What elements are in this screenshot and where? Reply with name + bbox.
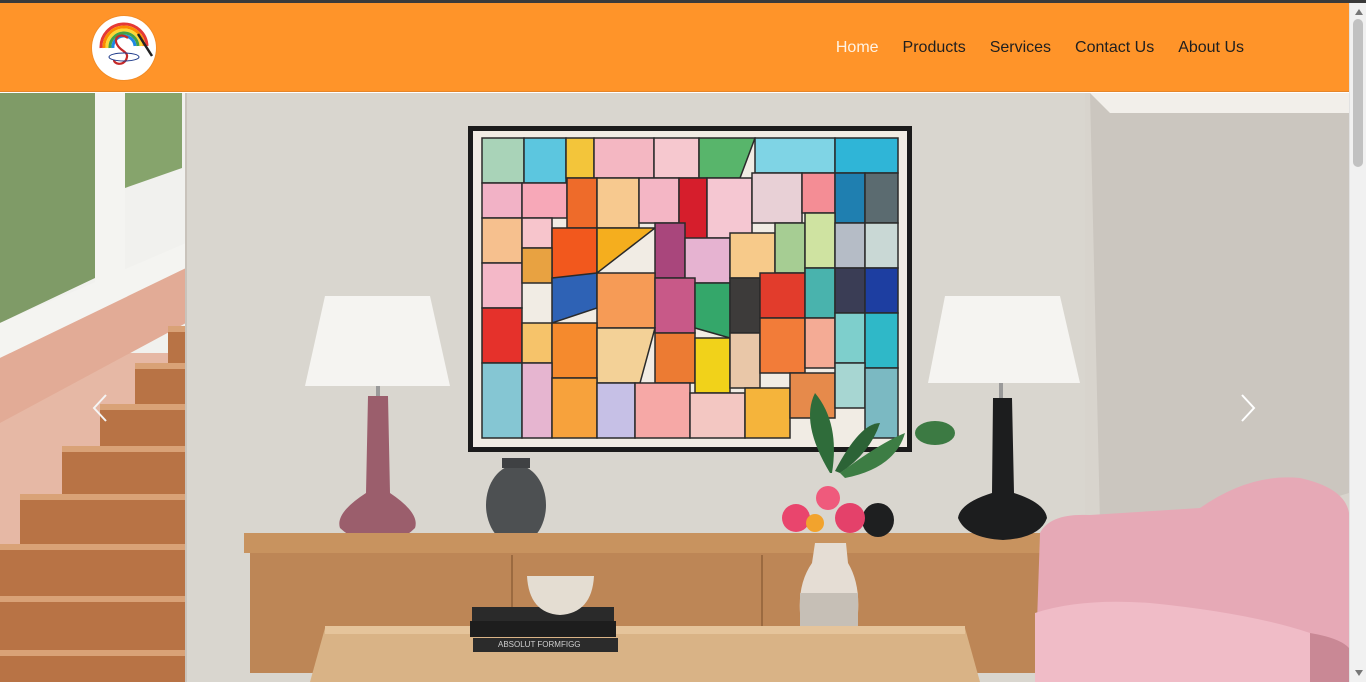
arrow-down-icon (1354, 670, 1363, 676)
nav-menu: Home Products Services Contact Us About … (812, 3, 1244, 92)
nav-home[interactable]: Home (836, 39, 879, 57)
brand-logo[interactable] (92, 16, 156, 80)
carousel-next-button[interactable] (1228, 383, 1268, 433)
chevron-right-icon (1241, 394, 1256, 422)
nav-products[interactable]: Products (903, 39, 966, 57)
logo-icon (93, 17, 155, 79)
nav-services[interactable]: Services (990, 39, 1051, 57)
hero-image: ABSOLUT FORMFIGG (0, 93, 1349, 682)
nav-about-us[interactable]: About Us (1178, 39, 1244, 57)
chevron-left-icon (92, 394, 107, 422)
book-title: ABSOLUT FORMFIGG (498, 640, 581, 649)
page-scrollbar[interactable] (1349, 3, 1366, 682)
navbar: Home Products Services Contact Us About … (0, 3, 1349, 92)
scrollbar-thumb[interactable] (1353, 19, 1363, 167)
hero-carousel: ABSOLUT FORMFIGG (0, 93, 1349, 682)
scroll-up-button[interactable] (1350, 5, 1366, 19)
nav-contact-us[interactable]: Contact Us (1075, 39, 1154, 57)
carousel-prev-button[interactable] (80, 383, 120, 433)
arrow-up-icon (1354, 9, 1363, 15)
scroll-down-button[interactable] (1350, 666, 1366, 680)
